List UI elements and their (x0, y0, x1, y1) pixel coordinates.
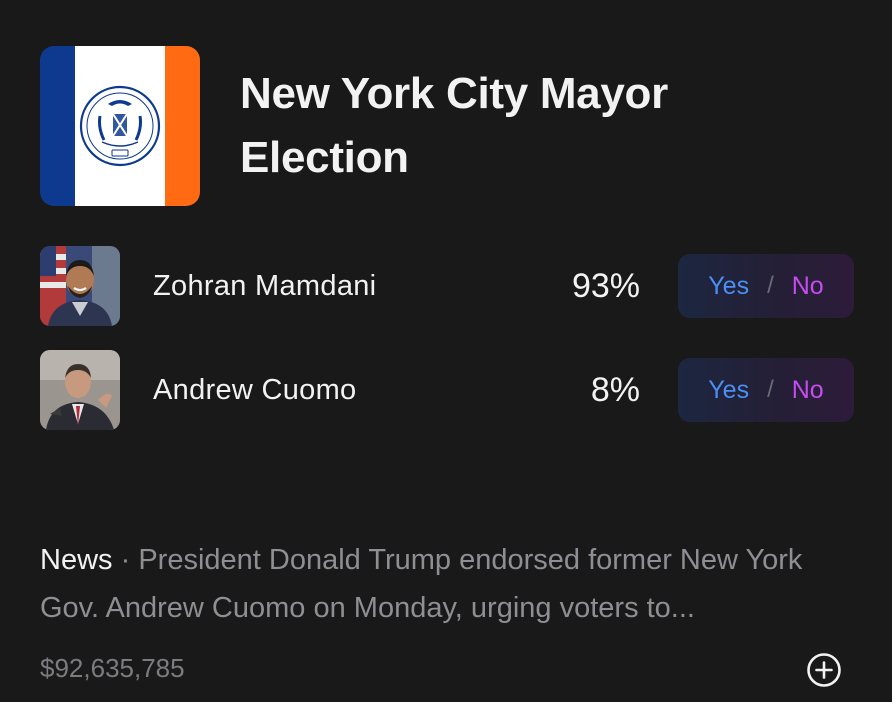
yes-option[interactable]: Yes (708, 376, 749, 405)
candidate-percent: 8% (590, 371, 640, 409)
plus-circle-icon[interactable] (806, 652, 842, 688)
news-separator: · (120, 544, 131, 576)
candidate-avatar (40, 246, 120, 326)
candidate-avatar (40, 350, 120, 430)
candidate-row[interactable]: Andrew Cuomo 8% Yes / No (40, 350, 854, 430)
no-option[interactable]: No (792, 376, 824, 405)
yes-no-button[interactable]: Yes / No (678, 358, 854, 422)
yes-no-separator: / (767, 376, 774, 403)
candidate-percent: 93% (571, 267, 640, 305)
market-volume: $92,635,785 (40, 653, 185, 683)
no-option[interactable]: No (792, 272, 824, 301)
market-title[interactable]: New York City Mayor Election (240, 62, 800, 190)
candidate-row[interactable]: Zohran Mamdani 93% Yes / No (40, 246, 854, 326)
yes-no-button[interactable]: Yes / No (678, 254, 854, 318)
yes-no-separator: / (767, 272, 774, 299)
nyc-flag-image (40, 46, 200, 206)
candidate-name: Andrew Cuomo (153, 374, 357, 406)
news-text: President Donald Trump endorsed former N… (40, 544, 803, 624)
news-label: News (40, 544, 113, 576)
candidate-name: Zohran Mamdani (153, 270, 377, 302)
news-snippet[interactable]: News · President Donald Trump endorsed f… (40, 536, 860, 632)
market-card[interactable]: New York City Mayor Election Zohran Mamd… (0, 0, 892, 702)
nyc-seal-icon (79, 85, 161, 167)
yes-option[interactable]: Yes (708, 272, 749, 301)
